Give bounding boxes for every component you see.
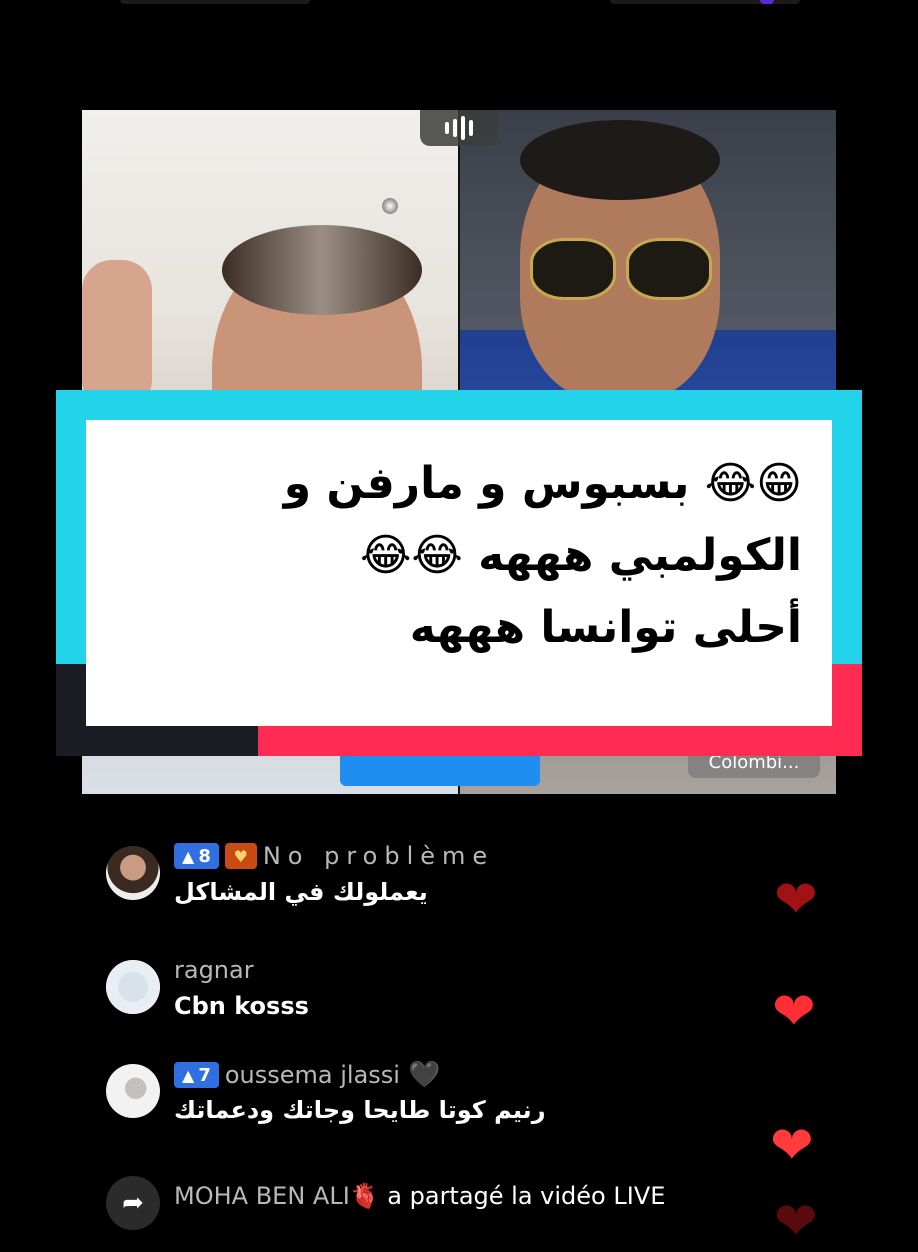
comment-username[interactable]: ragnar xyxy=(174,956,254,984)
share-username[interactable]: MOHA BEN ALI🫀 xyxy=(174,1182,380,1210)
caption-line-1: 😁😂 بسبوس و مارفن و xyxy=(283,458,802,509)
avatar[interactable] xyxy=(106,1064,160,1118)
level-icon: ▲ xyxy=(182,846,195,866)
comment-message: رنيم كوتا طايحا وجاتك ودعماتك xyxy=(174,1096,546,1124)
comment-message: يعملولك في المشاكل xyxy=(174,878,428,906)
comment-username[interactable]: No problème xyxy=(263,842,494,870)
ceiling-light xyxy=(382,198,398,214)
heart-icon: ❤ xyxy=(770,1116,814,1176)
share-arrow-icon: ➦ xyxy=(106,1176,160,1230)
caption-line-2: الكولمبي هههه 😂😂 xyxy=(359,530,802,581)
black-heart-icon: 🖤 xyxy=(407,1060,441,1090)
sunglasses xyxy=(530,238,712,300)
status-indicator xyxy=(760,0,774,4)
heart-icon: ❤ xyxy=(774,870,818,930)
level-icon: ▲ xyxy=(182,1065,195,1085)
status-bar-left xyxy=(120,0,310,4)
level-badge: ▲ 8 xyxy=(174,843,219,869)
audio-level-icon[interactable] xyxy=(420,110,498,146)
hand xyxy=(82,260,152,410)
hair-right xyxy=(520,120,720,200)
share-text: MOHA BEN ALI🫀 a partagé la vidéo LIVE xyxy=(174,1182,665,1210)
avatar[interactable] xyxy=(106,846,160,900)
level-badge: ▲ 7 xyxy=(174,1062,219,1088)
heart-icon: ❤ xyxy=(774,1192,818,1252)
heart-icon: ❤ xyxy=(772,982,816,1042)
comment-header: ▲ 7 oussema jlassi 🖤 xyxy=(174,1060,440,1090)
comment-message: Cbn kosss xyxy=(174,992,309,1020)
fan-club-icon: ♥ xyxy=(224,843,257,869)
avatar[interactable] xyxy=(106,960,160,1014)
caption-text: 😁😂 بسبوس و مارفن و الكولمبي هههه 😂😂 أحلى… xyxy=(112,448,802,664)
share-message: a partagé la vidéo LIVE xyxy=(379,1182,666,1210)
comment-header: ragnar xyxy=(174,956,254,984)
comment-username[interactable]: oussema jlassi xyxy=(225,1061,400,1089)
caption-line-3: أحلى توانسا هههه xyxy=(409,602,802,653)
hair-left xyxy=(222,225,422,315)
caption-box: 😁😂 بسبوس و مارفن و الكولمبي هههه 😂😂 أحلى… xyxy=(86,420,832,726)
comment-header: ▲ 8 ♥ No problème xyxy=(174,842,494,870)
